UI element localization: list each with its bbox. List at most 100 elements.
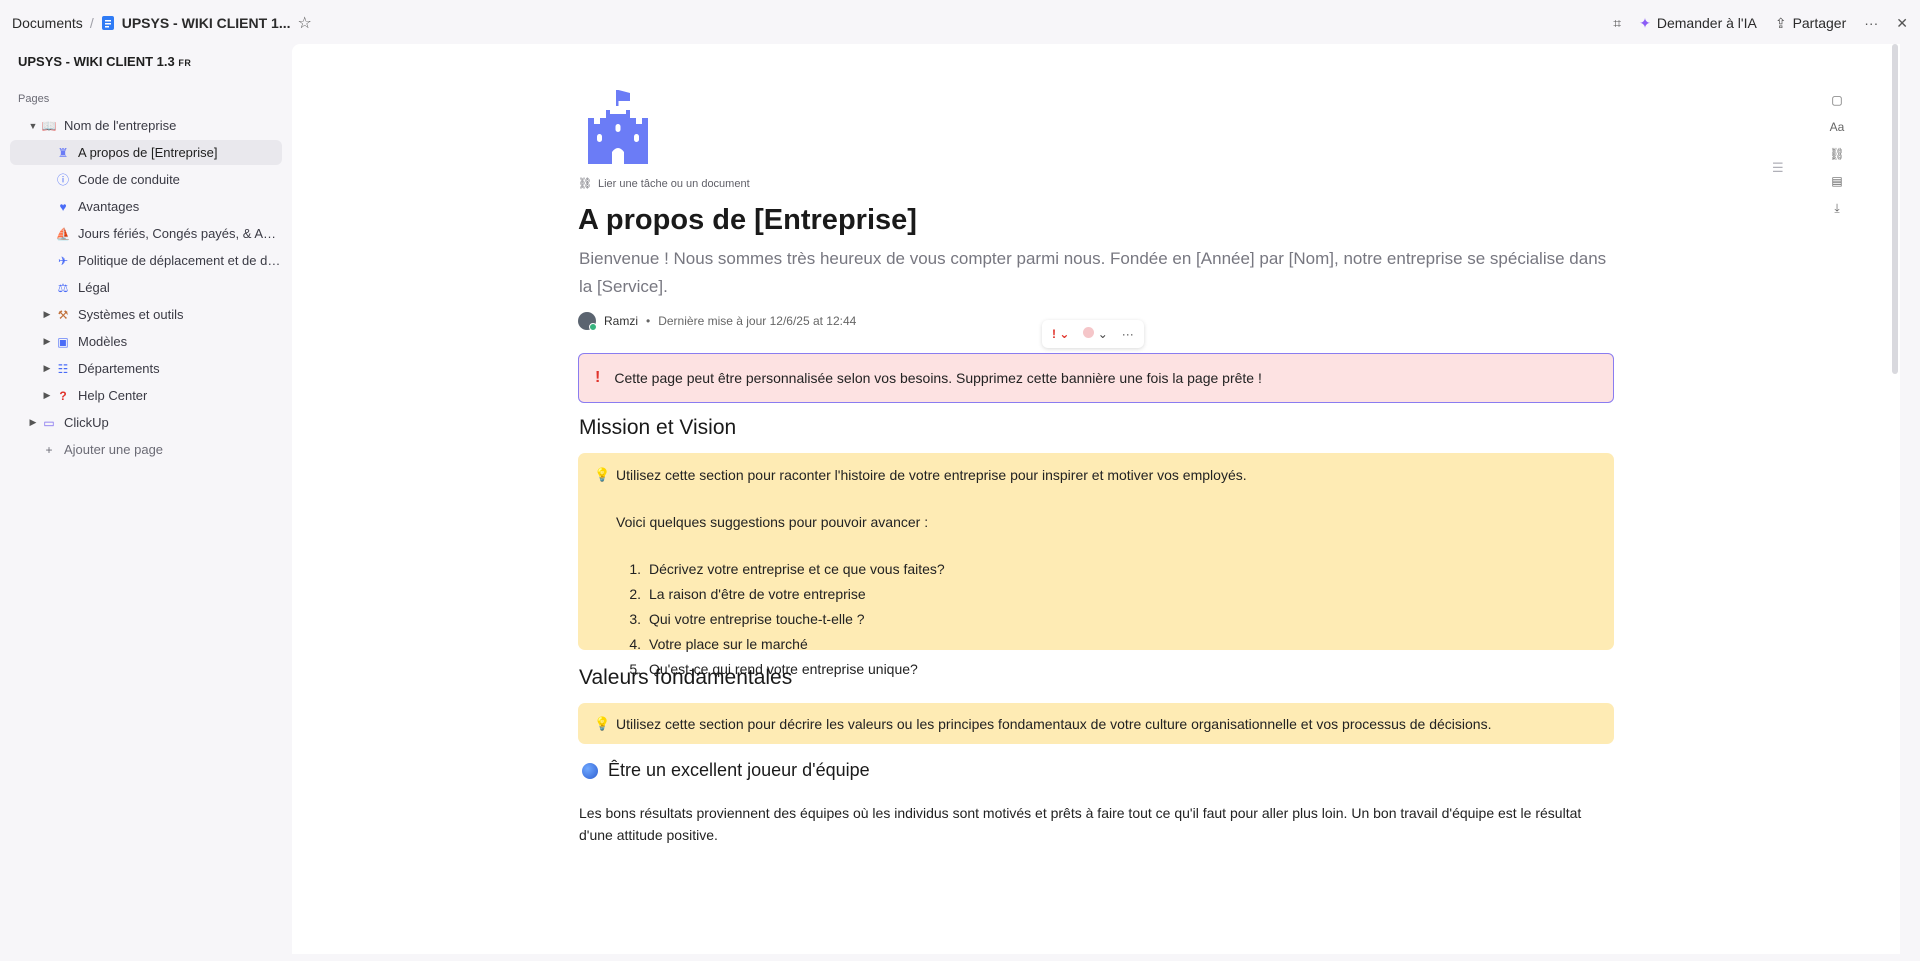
breadcrumb-doc-title[interactable]: UPSYS - WIKI CLIENT 1... [122, 15, 291, 31]
workspace-flag: FR [178, 58, 192, 68]
sidebar-item-label: Systèmes et outils [78, 307, 184, 322]
book-icon: 📖 [41, 118, 57, 133]
caret-right-icon[interactable]: ▶ [40, 336, 54, 347]
font-settings-icon[interactable]: Aa [1830, 119, 1845, 135]
callout-valeurs[interactable]: 💡 Utilisez cette section pour décrire le… [578, 703, 1614, 744]
info-icon: ⓘ [56, 173, 69, 187]
avatar[interactable] [578, 312, 597, 331]
scale-icon: ⚖ [57, 280, 69, 295]
share-icon: ⇪ [1774, 15, 1787, 31]
caret-down-icon[interactable]: ▼ [26, 121, 40, 131]
swimmer-icon: ⛵ [55, 226, 71, 241]
banner-text: Cette page peut être personnalisée selon… [614, 370, 1262, 386]
castle-icon[interactable] [582, 88, 654, 164]
sidebar-item-a-propos[interactable]: ♜ A propos de [Entreprise] [10, 140, 282, 165]
ask-ai-label: Demander à l'IA [1656, 15, 1757, 31]
sidebar-item-help-center[interactable]: ▶ ? Help Center [10, 383, 282, 408]
sidebar-item-avantages[interactable]: ♥ Avantages [10, 194, 282, 219]
banner-toolbar: ! ⌄ ⌄ ··· [1042, 320, 1144, 348]
plane-icon: ✈ [57, 253, 69, 268]
workspace-title[interactable]: UPSYS - WIKI CLIENT 1.3 FR [18, 54, 274, 69]
caret-right-icon[interactable]: ▶ [40, 309, 54, 320]
callout-text: Utilisez cette section pour raconter l'h… [616, 467, 1247, 483]
ask-ai-button[interactable]: ✦ Demander à l'IA [1639, 15, 1757, 32]
close-icon[interactable]: ✕ [1896, 16, 1908, 30]
page-subtitle[interactable]: Bienvenue ! Nous sommes très heureux de … [579, 245, 1609, 301]
page-meta: Ramzi • Dernière mise à jour 12/6/25 at … [578, 312, 857, 331]
sidebar-item-jours-feries[interactable]: ⛵ Jours fériés, Congés payés, & Absen... [10, 221, 282, 246]
sidebar-item-label: Départements [78, 361, 160, 376]
exclamation-icon: ! [595, 369, 601, 386]
download-icon[interactable]: ⤓ [1834, 200, 1839, 216]
castle-icon: ♜ [57, 145, 69, 160]
document-canvas: ⛓ Lier une tâche ou un document A propos… [292, 44, 1900, 954]
share-button[interactable]: ⇪ Partager [1775, 15, 1846, 31]
section-heading-mission[interactable]: Mission et Vision [579, 416, 736, 440]
breadcrumb-documents[interactable]: Documents [12, 15, 83, 31]
sidebar-item-clickup[interactable]: ▶ ▭ ClickUp [10, 410, 282, 435]
author-name[interactable]: Ramzi [604, 314, 638, 328]
heart-icon: ♥ [59, 199, 67, 214]
breadcrumb: Documents / UPSYS - WIKI CLIENT 1... ☆ [12, 13, 312, 33]
page-title[interactable]: A propos de [Entreprise] [578, 204, 917, 237]
tools-icon: ⚒ [57, 307, 69, 322]
sidebar-item-nom-entreprise[interactable]: ▼ 📖 Nom de l'entreprise [10, 113, 282, 138]
sidebar: UPSYS - WIKI CLIENT 1.3 FR Pages ▼ 📖 Nom… [0, 46, 292, 961]
more-options-icon[interactable]: ··· [1122, 327, 1134, 341]
globe-icon [582, 762, 598, 779]
list-item: 4. Votre place sur le marché [629, 636, 808, 652]
sidebar-item-label: Jours fériés, Congés payés, & Absen... [78, 226, 282, 241]
banner-color-picker[interactable]: ⌄ [1083, 327, 1108, 341]
last-updated: Dernière mise à jour 12/6/25 at 12:44 [658, 314, 857, 328]
sidebar-item-label: Modèles [78, 334, 128, 349]
plus-icon: + [45, 442, 53, 457]
top-bar: Documents / UPSYS - WIKI CLIENT 1... ☆ ⌗… [0, 0, 1920, 46]
scrollbar[interactable] [1892, 44, 1898, 374]
table-of-contents-icon[interactable]: ☰ [1772, 160, 1784, 176]
comment-icon[interactable]: ▢ [1831, 92, 1842, 108]
sidebar-item-label: Code de conduite [78, 172, 180, 187]
link-task-label: Lier une tâche ou un document [597, 177, 750, 190]
section-heading-joueur-equipe[interactable]: Être un excellent joueur d'équipe [582, 760, 870, 781]
section-heading-text: Être un excellent joueur d'équipe [608, 760, 870, 780]
layout-icon[interactable]: ▤ [1831, 173, 1842, 189]
link-icon: ⛓ [578, 178, 592, 190]
monitor-icon: ▭ [43, 415, 55, 430]
suggestions-list: 1. Décrivez votre entreprise et ce que vo… [616, 557, 945, 682]
lightbulb-icon: 💡 [594, 716, 611, 731]
customization-banner[interactable]: ! Cette page peut être personnalisée sel… [578, 353, 1614, 403]
link-icon[interactable]: ⛓ [1829, 146, 1844, 162]
workspace-name: UPSYS - WIKI CLIENT 1.3 [18, 54, 175, 69]
more-options-icon[interactable]: ··· [1864, 16, 1878, 30]
template-icon: ▣ [57, 334, 69, 349]
sidebar-item-label: ClickUp [64, 415, 109, 430]
caret-right-icon[interactable]: ▶ [40, 390, 54, 401]
color-swatch-icon [1083, 327, 1095, 338]
callout-mission[interactable]: 💡 Utilisez cette section pour raconter l… [578, 453, 1614, 677]
list-item: 2. La raison d'être de votre entreprise [629, 586, 866, 602]
tag-icon[interactable]: ⌗ [1613, 16, 1621, 30]
star-icon[interactable]: ☆ [298, 13, 312, 33]
pages-label: Pages [18, 93, 50, 105]
share-label: Partager [1792, 15, 1847, 31]
sidebar-item-departements[interactable]: ▶ ☷ Départements [10, 356, 282, 381]
section-heading-valeurs[interactable]: Valeurs fondamentales [579, 666, 792, 690]
sidebar-item-politique-deplacement[interactable]: ✈ Politique de déplacement et de dép... [10, 248, 282, 273]
sidebar-item-code-conduite[interactable]: ⓘ Code de conduite [10, 167, 282, 192]
link-task-button[interactable]: ⛓ Lier une tâche ou un document [578, 177, 750, 191]
top-actions: ⌗ ✦ Demander à l'IA ⇪ Partager ··· ✕ [1613, 15, 1908, 32]
banner-icon-picker[interactable]: ! ⌄ [1052, 327, 1069, 341]
caret-right-icon[interactable]: ▶ [26, 417, 40, 428]
caret-right-icon[interactable]: ▶ [40, 363, 54, 374]
sidebar-item-label: A propos de [Entreprise] [78, 145, 218, 160]
sidebar-item-modeles[interactable]: ▶ ▣ Modèles [10, 329, 282, 354]
callout-text: Utilisez cette section pour décrire les … [616, 716, 1492, 732]
list-item: 1. Décrivez votre entreprise et ce que vo… [629, 561, 945, 577]
sidebar-item-label: Avantages [78, 199, 140, 214]
paragraph[interactable]: Les bons résultats proviennent des équip… [579, 802, 1609, 846]
add-page-button[interactable]: + Ajouter une page [10, 437, 282, 462]
sidebar-item-systemes-outils[interactable]: ▶ ⚒ Systèmes et outils [10, 302, 282, 327]
document-icon [101, 16, 114, 30]
sidebar-item-legal[interactable]: ⚖ Légal [10, 275, 282, 300]
sidebar-item-label: Nom de l'entreprise [64, 118, 177, 133]
